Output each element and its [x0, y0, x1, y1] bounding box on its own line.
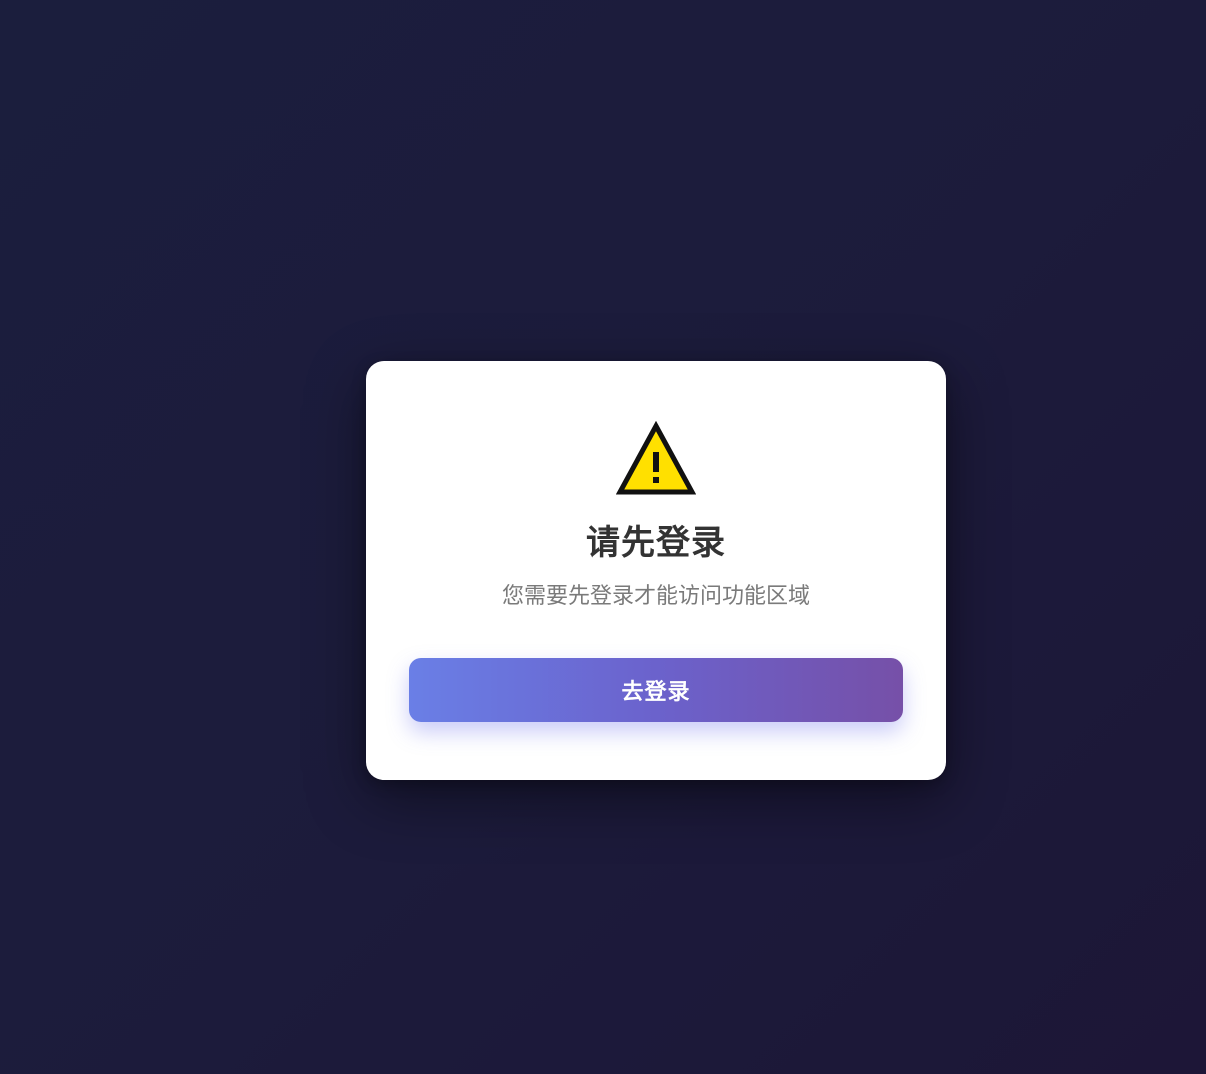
- login-required-dialog: 请先登录 您需要先登录才能访问功能区域 去登录: [366, 361, 946, 780]
- warning-icon: [616, 421, 696, 495]
- login-button[interactable]: 去登录: [409, 658, 903, 722]
- dialog-title: 请先登录: [586, 523, 726, 563]
- dialog-message: 您需要先登录才能访问功能区域: [501, 584, 810, 609]
